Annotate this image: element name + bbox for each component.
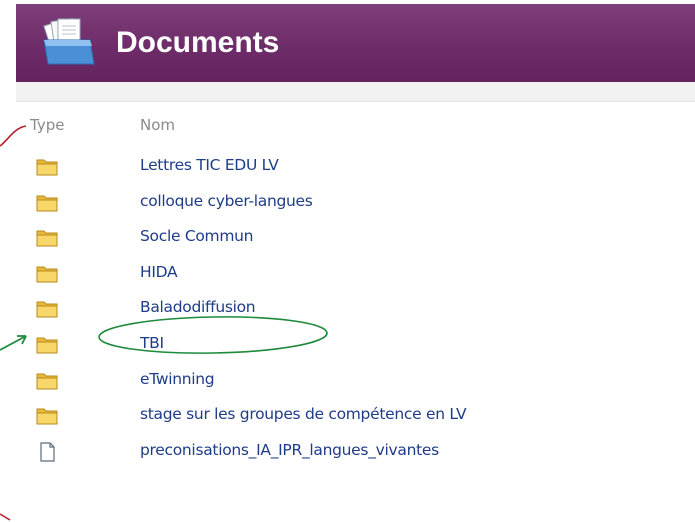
folder-icon [36,408,58,425]
folder-icon [36,159,58,176]
item-name-link[interactable]: Baladodiffusion [140,298,256,316]
page-title: Documents [116,26,280,59]
item-name-link[interactable]: preconisations_IA_IPR_langues_vivantes [140,441,439,459]
open-folder-documents-icon [43,18,95,65]
item-name-link[interactable]: stage sur les groupes de compétence en L… [140,405,467,423]
list-item[interactable]: colloque cyber-langues [16,184,695,220]
documents-header: Documents [16,4,695,82]
item-name-link[interactable]: Socle Commun [140,227,253,245]
document-list: Lettres TIC EDU LV colloque cyber-langue… [16,148,695,468]
document-file-icon [40,442,55,462]
column-header-type[interactable]: Type [30,116,64,134]
column-header-row: Type Nom [16,102,695,148]
item-name-link[interactable]: Lettres TIC EDU LV [140,156,279,174]
item-name-link[interactable]: eTwinning [140,370,215,388]
list-item[interactable]: preconisations_IA_IPR_langues_vivantes [16,433,695,469]
list-item[interactable]: HIDA [16,255,695,291]
column-header-name[interactable]: Nom [140,116,175,134]
list-item[interactable]: Socle Commun [16,219,695,255]
item-name-link[interactable]: HIDA [140,263,178,281]
red-annotation-tick [0,513,11,521]
folder-icon [36,373,58,390]
item-name-link[interactable]: TBI [140,334,164,352]
folder-icon [36,301,58,318]
list-item[interactable]: stage sur les groupes de compétence en L… [16,397,695,433]
item-name-link[interactable]: colloque cyber-langues [140,192,313,210]
list-item[interactable]: TBI [16,326,695,362]
toolbar-strip [16,82,695,102]
folder-icon [36,195,58,212]
folder-icon [36,337,58,354]
folder-icon [36,230,58,247]
list-item[interactable]: Lettres TIC EDU LV [16,148,695,184]
list-item[interactable]: eTwinning [16,362,695,398]
folder-icon [36,266,58,283]
list-item[interactable]: Baladodiffusion [16,290,695,326]
